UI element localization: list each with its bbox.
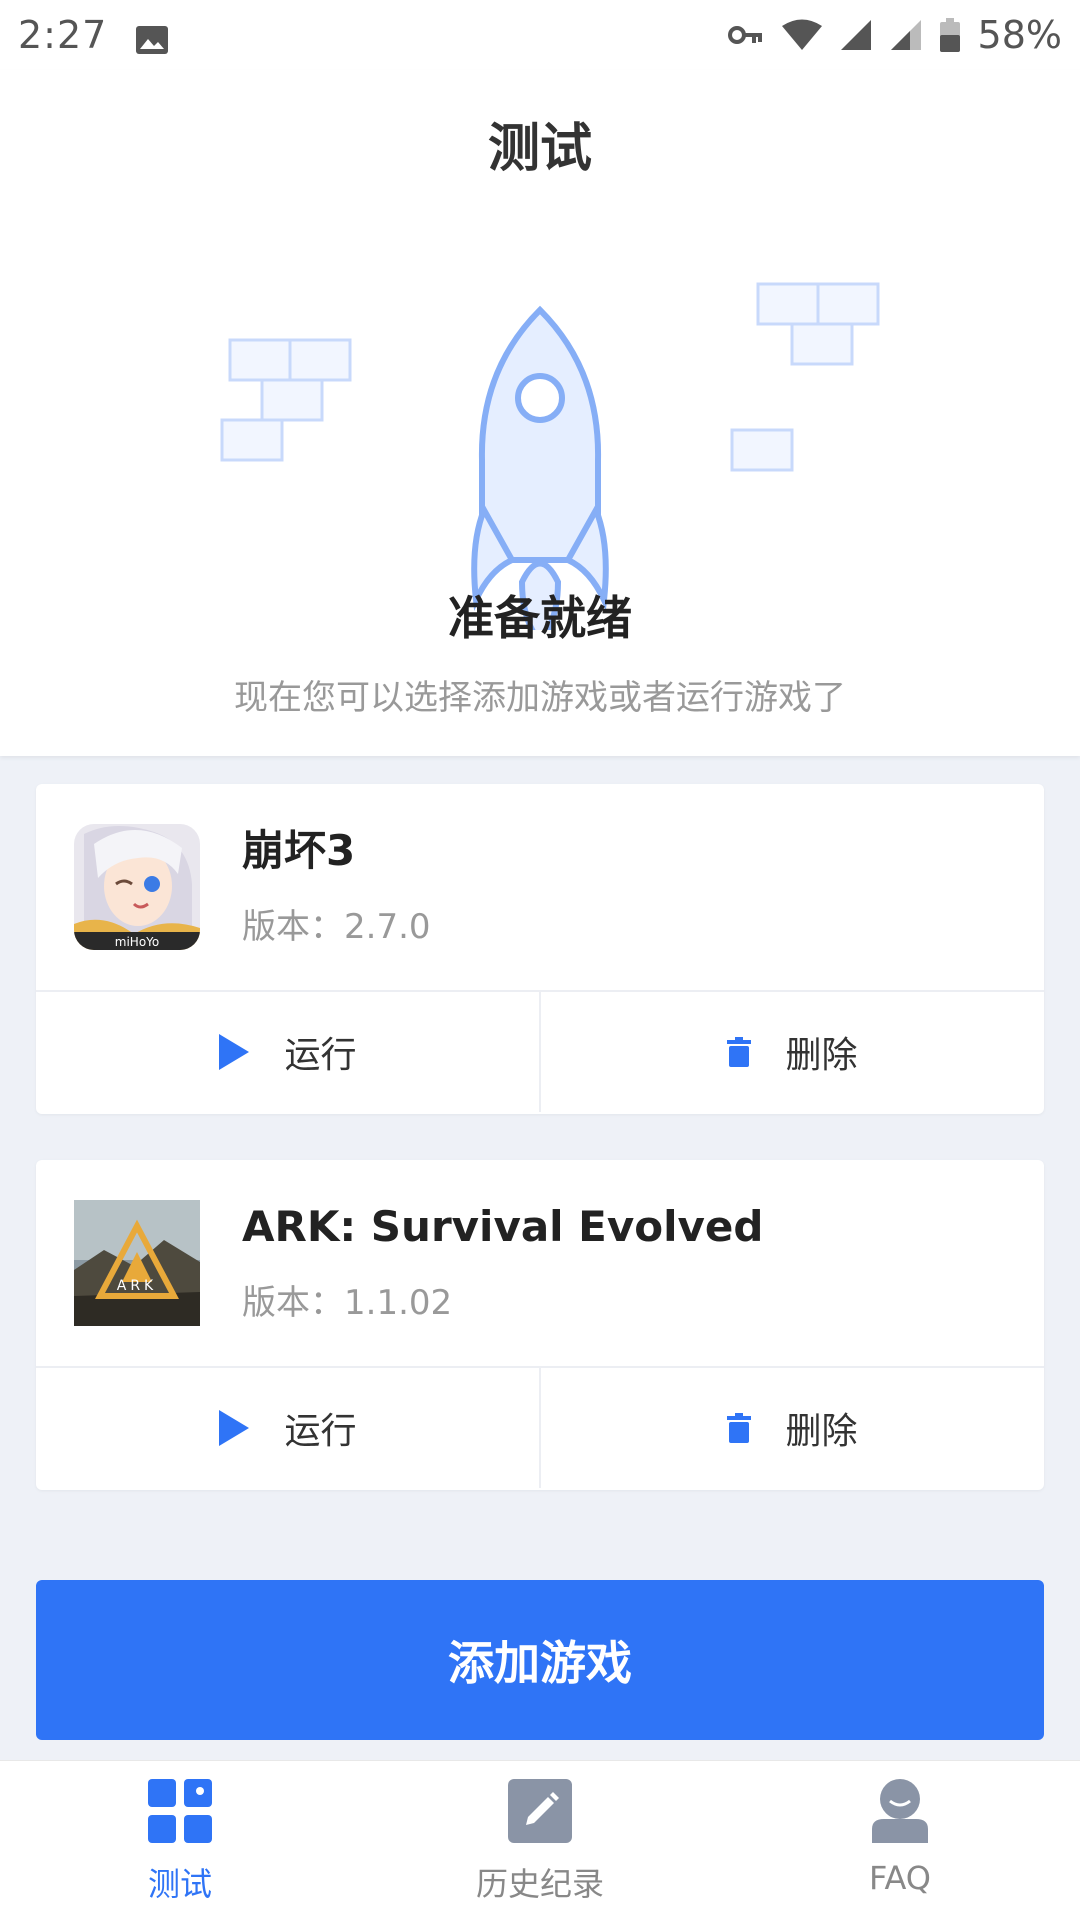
run-button[interactable]: 运行	[36, 1368, 539, 1488]
game-icon-honkai: miHoYo	[74, 824, 200, 950]
game-info: miHoYo 崩坏3 版本：2.7.0	[36, 784, 1044, 992]
status-bar: 2:27 58%	[0, 0, 1080, 70]
svg-text:miHoYo: miHoYo	[115, 935, 159, 949]
gallery-icon	[135, 20, 169, 54]
battery-percent: 58%	[977, 13, 1062, 57]
key-icon	[727, 24, 764, 46]
play-icon	[218, 1033, 250, 1071]
delete-label: 删除	[785, 1411, 858, 1452]
page-title: 测试	[487, 119, 592, 179]
trash-icon	[727, 1037, 752, 1067]
bottom-nav: 测试 历史纪录 FAQ	[0, 1760, 1080, 1920]
svg-text:ARK: ARK	[117, 1278, 158, 1294]
game-icon-ark: ARK	[74, 1200, 200, 1326]
add-game-button[interactable]: 添加游戏	[36, 1580, 1044, 1740]
signal-icon	[840, 19, 872, 51]
game-card: ARK ARK: Survival Evolved 版本：1.1.02 运行 删…	[36, 1160, 1044, 1490]
run-button[interactable]: 运行	[36, 992, 539, 1112]
delete-label: 删除	[785, 1035, 858, 1076]
game-actions: 运行 删除	[36, 992, 1044, 1112]
play-icon	[218, 1409, 250, 1447]
nav-item-faq[interactable]: FAQ	[720, 1761, 1080, 1920]
wifi-icon	[781, 19, 822, 51]
game-version: 版本：2.7.0	[242, 906, 431, 947]
game-actions: 运行 删除	[36, 1368, 1044, 1488]
game-card: miHoYo 崩坏3 版本：2.7.0 运行 删除	[36, 784, 1044, 1114]
ready-subtitle: 现在您可以选择添加游戏或者运行游戏了	[234, 678, 846, 718]
user-profile-icon	[868, 1779, 932, 1847]
delete-button[interactable]: 删除	[539, 1368, 1044, 1488]
game-version: 版本：1.1.02	[242, 1282, 453, 1323]
game-list: miHoYo 崩坏3 版本：2.7.0 运行 删除 ARK ARK: Survi…	[36, 784, 1044, 1536]
hero-section: 测试 准备就绪 现在您可以选择添加游戏或者运行游戏了	[0, 70, 1080, 756]
nav-label: 测试	[147, 1865, 212, 1903]
delete-button[interactable]: 删除	[539, 992, 1044, 1112]
nav-item-test[interactable]: 测试	[0, 1761, 360, 1920]
run-label: 运行	[284, 1035, 357, 1076]
signal-icon	[890, 19, 922, 51]
nav-label: FAQ	[869, 1859, 931, 1897]
nav-item-history[interactable]: 历史纪录	[360, 1761, 720, 1920]
status-time: 2:27	[18, 13, 108, 57]
game-info: ARK ARK: Survival Evolved 版本：1.1.02	[36, 1160, 1044, 1368]
rocket-illustration	[220, 282, 880, 630]
game-name: 崩坏3	[242, 826, 356, 876]
trash-icon	[727, 1413, 752, 1443]
ready-title: 准备就绪	[448, 591, 632, 645]
edit-pencil-icon	[508, 1779, 572, 1847]
battery-icon	[939, 18, 960, 52]
run-label: 运行	[284, 1411, 357, 1452]
game-name: ARK: Survival Evolved	[242, 1202, 764, 1252]
dashboard-grid-icon	[148, 1779, 212, 1847]
nav-label: 历史纪录	[475, 1865, 604, 1903]
